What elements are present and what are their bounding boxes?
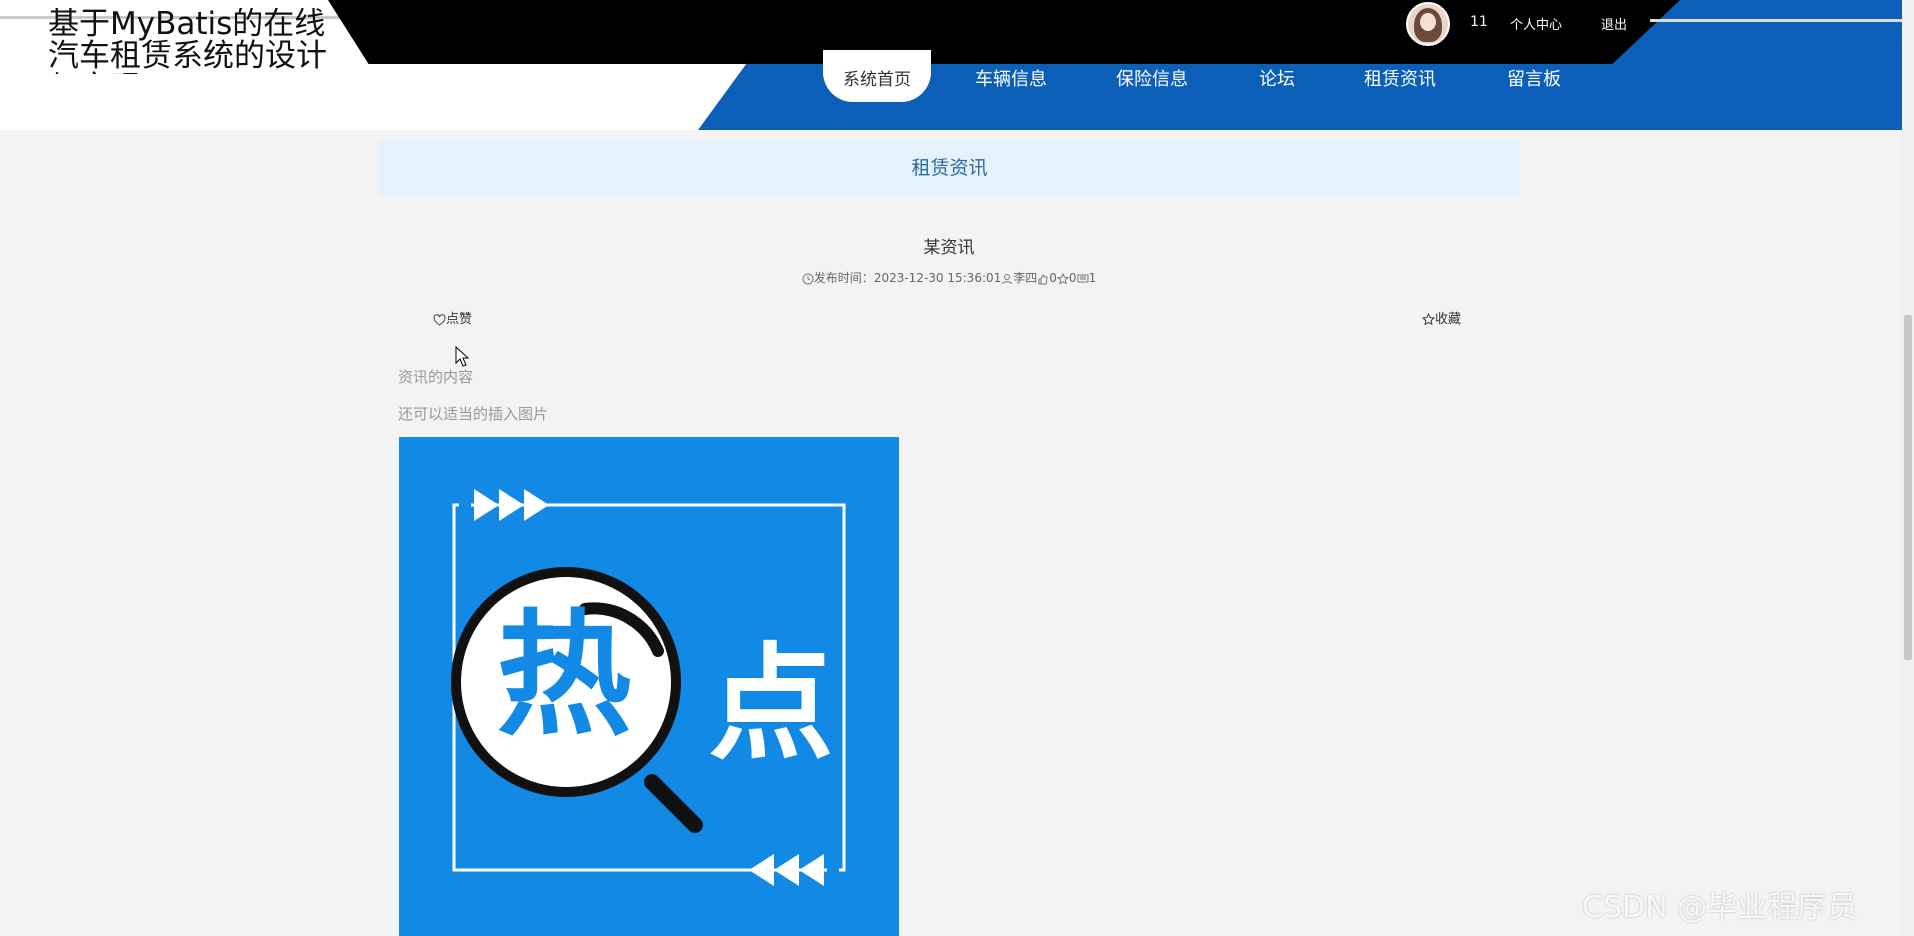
- nav-home[interactable]: 系统首页: [823, 50, 931, 102]
- comment-icon: [1077, 274, 1089, 282]
- heart-icon: [433, 313, 446, 326]
- publish-label: 发布时间：: [813, 271, 874, 285]
- site-title: 基于MyBatis的在线汽车租赁系统的设计与实现: [48, 8, 327, 74]
- favorite-count: 0: [1068, 271, 1077, 285]
- site-header: 基于MyBatis的在线汽车租赁系统的设计与实现 11 个人中心 退出 系统首页…: [0, 0, 1902, 130]
- content-paragraph: 还可以适当的插入图片: [398, 405, 549, 423]
- avatar[interactable]: [1406, 2, 1450, 46]
- user-center-link[interactable]: 个人中心: [1510, 14, 1562, 33]
- image-char-point: 点: [709, 632, 834, 777]
- view-count: 1: [1088, 271, 1097, 285]
- favorite-label: 收藏: [1435, 312, 1462, 327]
- article-image: 热 点: [399, 437, 899, 936]
- like-count: 0: [1049, 271, 1057, 285]
- publish-time: 2023-12-30 15:36:01: [873, 271, 1002, 285]
- cursor-icon: [455, 346, 469, 367]
- section-title-band: 租赁资讯: [379, 140, 1520, 196]
- like-label: 点赞: [446, 312, 473, 327]
- article-meta: 发布时间：2023-12-30 15:36:01 李四 0 0 1: [0, 269, 1898, 286]
- author-name: 李四: [1013, 271, 1038, 285]
- watermark: CSDN @毕业程序员: [1582, 890, 1858, 925]
- star-icon: [1422, 313, 1435, 326]
- scrollbar-thumb[interactable]: [1904, 315, 1912, 660]
- article-title: 某资讯: [923, 238, 975, 258]
- nav-vehicles[interactable]: 车辆信息: [975, 60, 1047, 104]
- header-decor-line-right: [1650, 19, 1902, 22]
- header-black-bar: [328, 0, 1680, 64]
- nav-insurance[interactable]: 保险信息: [1116, 60, 1188, 104]
- favorite-button[interactable]: 收藏: [1422, 308, 1461, 327]
- clock-icon: [802, 273, 814, 284]
- nav-forum[interactable]: 论坛: [1259, 60, 1295, 104]
- thumb-icon: [1038, 273, 1048, 284]
- content-paragraph: 资讯的内容: [398, 368, 474, 386]
- image-char-hot: 热: [497, 597, 632, 754]
- nav-message-board[interactable]: 留言板: [1507, 60, 1561, 104]
- logout-link[interactable]: 退出: [1601, 14, 1627, 33]
- star-icon: [1056, 272, 1069, 284]
- username: 11: [1470, 14, 1488, 30]
- nav-rental-news[interactable]: 租赁资讯: [1364, 60, 1436, 104]
- like-button[interactable]: 点赞: [433, 308, 472, 327]
- user-icon: [1002, 273, 1013, 284]
